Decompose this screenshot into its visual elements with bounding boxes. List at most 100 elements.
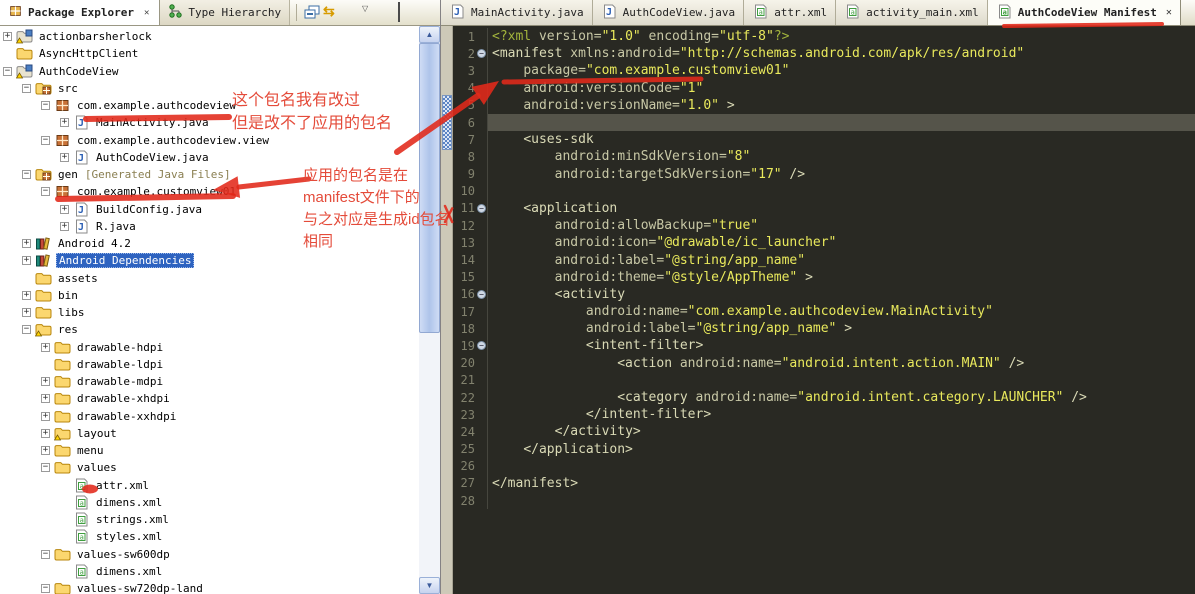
expand-icon[interactable]: + (60, 152, 69, 162)
expand-icon[interactable]: + (41, 428, 50, 438)
expand-icon[interactable]: + (41, 446, 50, 456)
tree-item-asynchttpclient[interactable]: AsyncHttpClient (0, 45, 419, 62)
tree-item-src[interactable]: − src (0, 80, 419, 97)
tree-item-attr.xml[interactable]: a attr.xml (0, 477, 419, 494)
collapse-icon[interactable]: − (41, 135, 50, 145)
fold-collapse-icon[interactable]: − (477, 49, 486, 59)
code-line-14[interactable]: 14 android:label= "@string/app_name" (453, 251, 1195, 269)
view-tab-package-explorer[interactable]: Package Explorer ✕ (0, 0, 161, 25)
code-line-2[interactable]: 2− <manifest xmlns:android= "http://schema… (453, 45, 1195, 63)
fold-collapse-icon[interactable]: − (477, 289, 486, 299)
tree-item-actionbarsherlock[interactable]: + actionbarsherlock (0, 28, 419, 45)
editor-tab-activity-main.xml[interactable]: a activity_main.xml (836, 0, 988, 25)
fold-collapse-icon[interactable]: − (477, 203, 486, 213)
editor-tab-authcodeview-manifest[interactable]: a AuthCodeView Manifest ✕ (987, 0, 1181, 25)
close-icon[interactable]: ✕ (142, 7, 151, 19)
scroll-down-icon[interactable]: ▼ (419, 577, 440, 594)
code-line-27[interactable]: 27 </manifest> (453, 474, 1195, 493)
code-line-19[interactable]: 19− <intent-filter> (453, 337, 1195, 355)
collapse-icon[interactable]: − (22, 325, 31, 335)
collapse-icon[interactable]: − (22, 83, 31, 93)
code-line-22[interactable]: 22 <category android:name= "android.inten… (453, 388, 1195, 407)
code-line-20[interactable]: 20 <action android:name= "android.intent.… (453, 354, 1195, 372)
tree-item-menu[interactable]: + menu (0, 442, 419, 459)
tree-item-bin[interactable]: + bin (0, 287, 419, 304)
code-line-21[interactable]: 21 (453, 371, 1195, 389)
code-line-6[interactable]: 6 (453, 113, 1195, 132)
tree-item-android-dependencies[interactable]: + Android Dependencies (0, 252, 419, 269)
code-line-28[interactable]: 28 (453, 492, 1195, 510)
expand-icon[interactable]: + (41, 342, 50, 352)
tree-item-com.example.authcodeview.view[interactable]: − com.example.authcodeview.view (0, 132, 419, 149)
expand-icon[interactable]: + (3, 32, 12, 42)
tree-item-mainactivity.java[interactable]: + J MainActivity.java (0, 114, 419, 131)
expand-icon[interactable]: + (22, 239, 31, 249)
editor-tab-authcodeview.java[interactable]: J AuthCodeView.java (592, 0, 745, 25)
code-line-8[interactable]: 8 android:minSdkVersion= "8" (453, 148, 1195, 166)
tree-item-strings.xml[interactable]: a strings.xml (0, 511, 419, 528)
expand-icon[interactable]: + (60, 221, 69, 231)
tree-item-authcodeview[interactable]: − AuthCodeView (0, 63, 419, 80)
expand-icon[interactable]: + (22, 290, 31, 300)
code-line-3[interactable]: 3 package= "com.example.customview01" (453, 62, 1195, 80)
code-line-15[interactable]: 15 android:theme= "@style/AppTheme" > (453, 268, 1195, 286)
fold-collapse-icon[interactable]: − (477, 341, 486, 351)
xml-editor[interactable]: 1 <?xml version= "1.0" encoding= "utf-8" ?> 2… (441, 26, 1195, 594)
tree-item-drawable-mdpi[interactable]: + drawable-mdpi (0, 373, 419, 390)
tree-item-authcodeview.java[interactable]: + J AuthCodeView.java (0, 149, 419, 166)
collapse-icon[interactable]: − (41, 463, 50, 473)
code-line-23[interactable]: 23 </intent-filter> (453, 406, 1195, 424)
tree-item-gen[interactable]: − gen [Generated Java Files] (0, 166, 419, 183)
code-line-4[interactable]: 4 android:versionCode= "1" (453, 79, 1195, 97)
tree-item-styles.xml[interactable]: a styles.xml (0, 528, 419, 545)
expand-icon[interactable]: + (41, 411, 50, 421)
code-line-13[interactable]: 13 android:icon= "@drawable/ic_launcher" (453, 234, 1195, 252)
code-line-11[interactable]: 11− <application (453, 199, 1195, 218)
scrollbar-thumb[interactable] (419, 43, 440, 333)
expand-icon[interactable]: + (60, 204, 69, 214)
editor-tab-mainactivity.java[interactable]: J MainActivity.java (441, 0, 593, 25)
close-icon[interactable]: ✕ (1166, 7, 1172, 18)
tree-vertical-scrollbar[interactable]: ▲ ▼ (419, 26, 440, 594)
expand-icon[interactable]: + (41, 377, 50, 387)
tree-item-drawable-xhdpi[interactable]: + drawable-xhdpi (0, 390, 419, 407)
tree-item-dimens.xml[interactable]: a dimens.xml (0, 494, 419, 511)
code-line-12[interactable]: 12 android:allowBackup= "true" (453, 217, 1195, 235)
code-line-1[interactable]: 1 <?xml version= "1.0" encoding= "utf-8" ?> (453, 28, 1195, 46)
expand-icon[interactable]: + (60, 118, 69, 128)
collapse-icon[interactable]: − (41, 584, 50, 594)
tree-item-values-sw600dp[interactable]: − values-sw600dp (0, 546, 419, 563)
link-with-editor-icon[interactable]: ⇆ (323, 3, 335, 20)
expand-icon[interactable]: + (41, 394, 50, 404)
tree-item-com.example.authcodeview[interactable]: − com.example.authcodeview (0, 97, 419, 114)
tree-item-layout[interactable]: + layout (0, 425, 419, 442)
expand-icon[interactable]: + (22, 308, 31, 318)
code-line-25[interactable]: 25 </application> (453, 440, 1195, 458)
view-tab-type-hierarchy[interactable]: Type Hierarchy (160, 0, 291, 25)
code-line-7[interactable]: 7 <uses-sdk (453, 131, 1195, 149)
tree-item-dimens.xml[interactable]: a dimens.xml (0, 563, 419, 580)
code-line-18[interactable]: 18 android:label= "@string/app_name" > (453, 320, 1195, 338)
tree-item-drawable-hdpi[interactable]: + drawable-hdpi (0, 339, 419, 356)
code-area[interactable]: 1 <?xml version= "1.0" encoding= "utf-8" ?> 2… (453, 28, 1195, 510)
code-line-24[interactable]: 24 </activity> (453, 423, 1195, 441)
code-line-17[interactable]: 17 android:name= "com.example.authcodevie… (453, 303, 1195, 321)
tree-item-drawable-xxhdpi[interactable]: + drawable-xxhdpi (0, 408, 419, 425)
tree-item-values-sw720dp-land[interactable]: − values-sw720dp-land (0, 580, 419, 594)
expand-icon[interactable]: + (22, 256, 31, 266)
tree-item-r.java[interactable]: + J R.java (0, 218, 419, 235)
tree-item-values[interactable]: − values (0, 459, 419, 476)
tree-item-assets[interactable]: assets (0, 270, 419, 287)
maximize-icon[interactable] (398, 2, 400, 22)
annotation-ruler[interactable] (441, 26, 453, 594)
collapse-icon[interactable]: − (22, 170, 31, 180)
code-line-9[interactable]: 9 android:targetSdkVersion= "17" /> (453, 165, 1195, 183)
tree-item-com.example.customview01[interactable]: − com.example.customview01 (0, 183, 419, 200)
code-line-26[interactable]: 26 (453, 457, 1195, 475)
tree-item-android-4.2[interactable]: + Android 4.2 (0, 235, 419, 252)
code-line-10[interactable]: 10 (453, 182, 1195, 200)
tree-item-libs[interactable]: + libs (0, 304, 419, 321)
collapse-icon[interactable]: − (3, 66, 12, 76)
collapse-icon[interactable]: − (41, 549, 50, 559)
code-line-5[interactable]: 5 android:versionName= "1.0" > (453, 96, 1195, 114)
